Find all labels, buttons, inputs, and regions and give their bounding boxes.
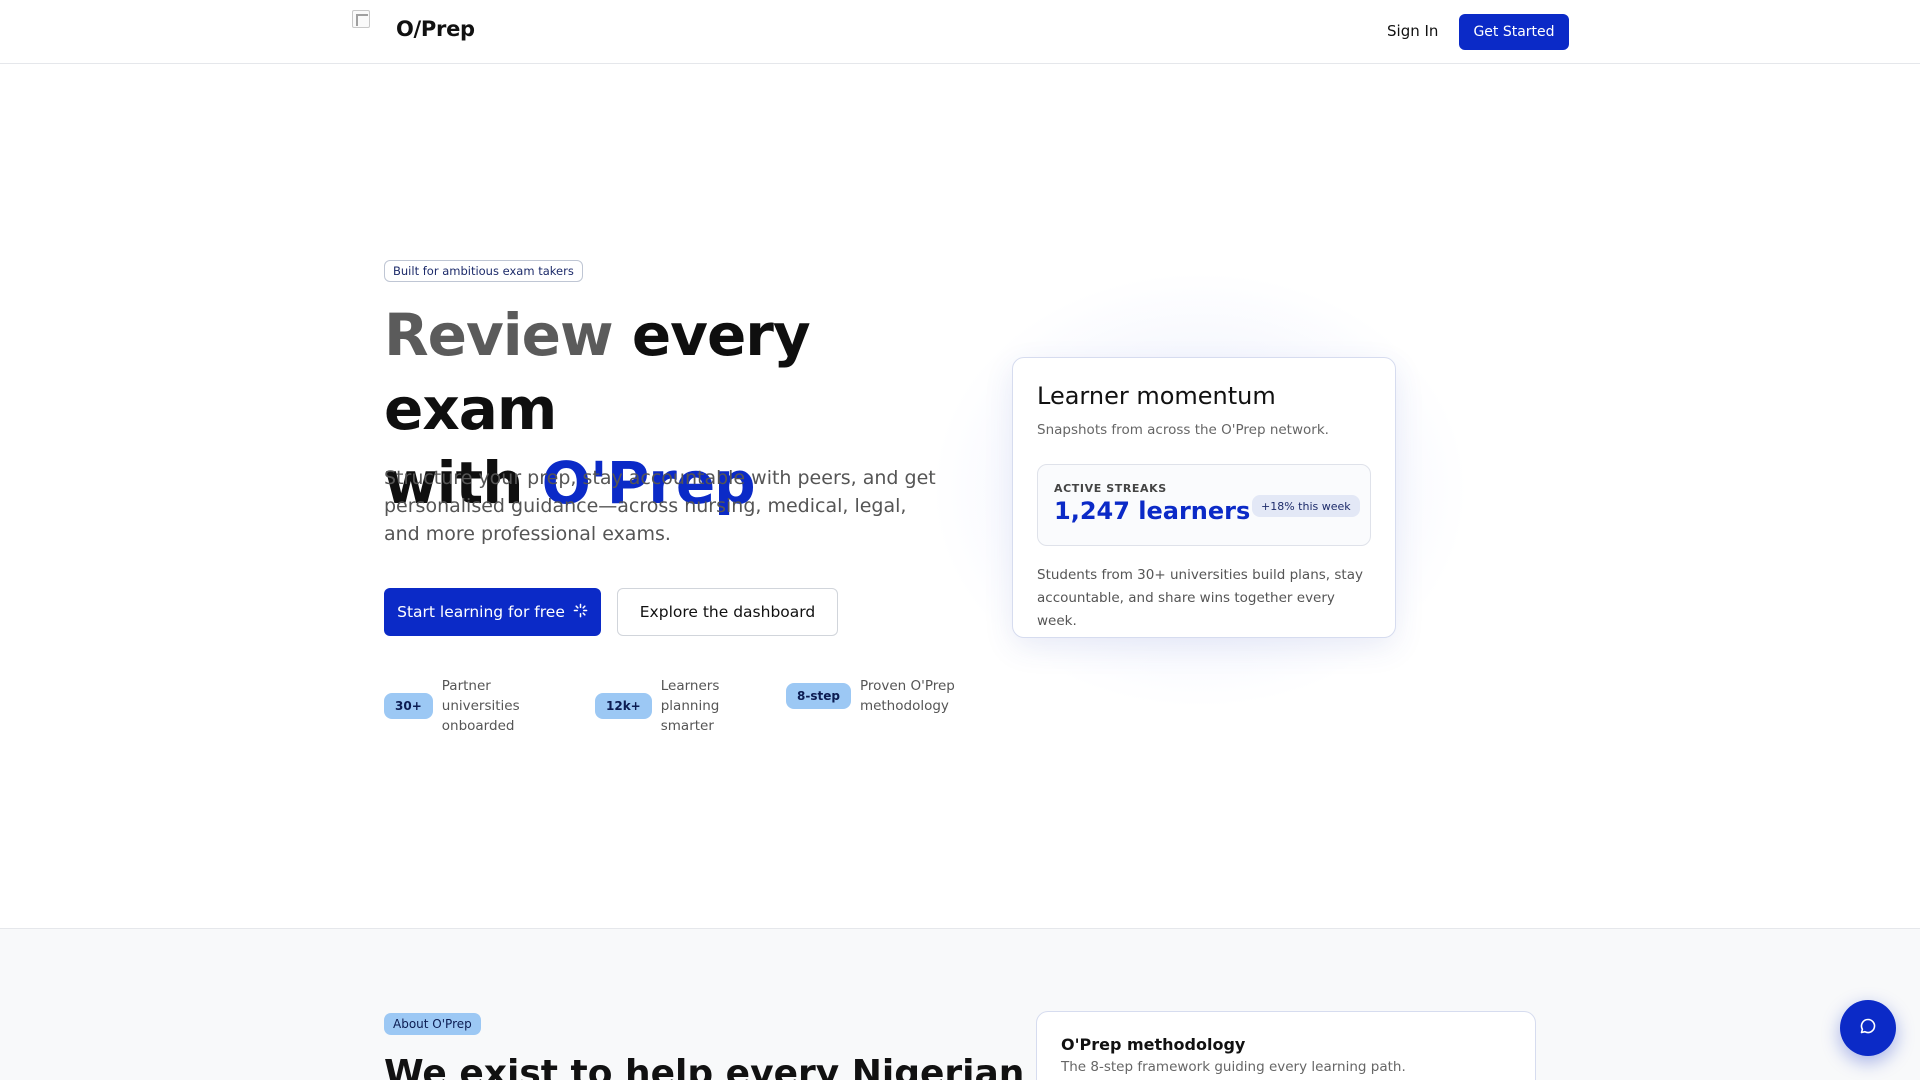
stat-badge: 12k+ [595,693,652,719]
headline-part-review: Review [384,301,632,369]
card-title: Learner momentum [1037,382,1276,410]
stat-label: Proven O'Prep methodology [859,678,955,714]
logo-image-icon[interactable] [352,10,370,28]
card-footer-text: Students from 30+ universities build pla… [1037,567,1363,629]
metric-change-badge: +18% this week [1252,495,1360,517]
methodology-card: O'Prep methodology The 8-step framework … [1036,1011,1536,1080]
stat-item: 30+ Partner universities onboarded [384,676,538,736]
card-subtitle: Snapshots from across the O'Prep network… [1037,422,1329,438]
stat-label: Partner universities onboarded [441,678,520,734]
metric-label: ACTIVE STREAKS [1054,482,1167,495]
methodology-subtitle: The 8-step framework guiding every learn… [1061,1059,1406,1075]
start-learning-button[interactable]: Start learning for free [384,588,601,636]
hero-pill: Built for ambitious exam takers [384,260,583,282]
stat-badge: 8-step [786,683,851,709]
sparkle-icon [573,603,588,622]
chat-bubble-icon [1858,1016,1878,1040]
get-started-button[interactable]: Get Started [1459,14,1569,50]
metric-value: 1,247 learners [1054,497,1251,525]
stat-item: 12k+ Learners planning smarter [595,676,741,736]
methodology-title: O'Prep methodology [1061,1035,1246,1054]
stat-label: Learners planning smarter [660,678,720,734]
about-pill: About O'Prep [384,1013,481,1035]
learner-momentum-card: Learner momentum Snapshots from across t… [1012,357,1396,638]
about-heading: We exist to help every Nigerian [384,1053,1025,1080]
start-learning-label: Start learning for free [397,603,565,621]
sign-in-link[interactable]: Sign In [1387,22,1438,40]
explore-dashboard-button[interactable]: Explore the dashboard [617,588,838,636]
stat-badge: 30+ [384,693,433,719]
site-header: O/Prep Sign In Get Started [0,0,1920,64]
brand-name[interactable]: O/Prep [396,17,475,41]
about-section: About O'Prep We exist to help every Nige… [0,928,1920,1080]
active-streaks-panel: ACTIVE STREAKS 1,247 learners +18% this … [1037,464,1371,546]
chat-button[interactable] [1840,1000,1896,1056]
stat-item: 8-step Proven O'Prep methodology [786,676,960,716]
hero-subtext: Structure your prep, stay accountable wi… [384,467,936,545]
